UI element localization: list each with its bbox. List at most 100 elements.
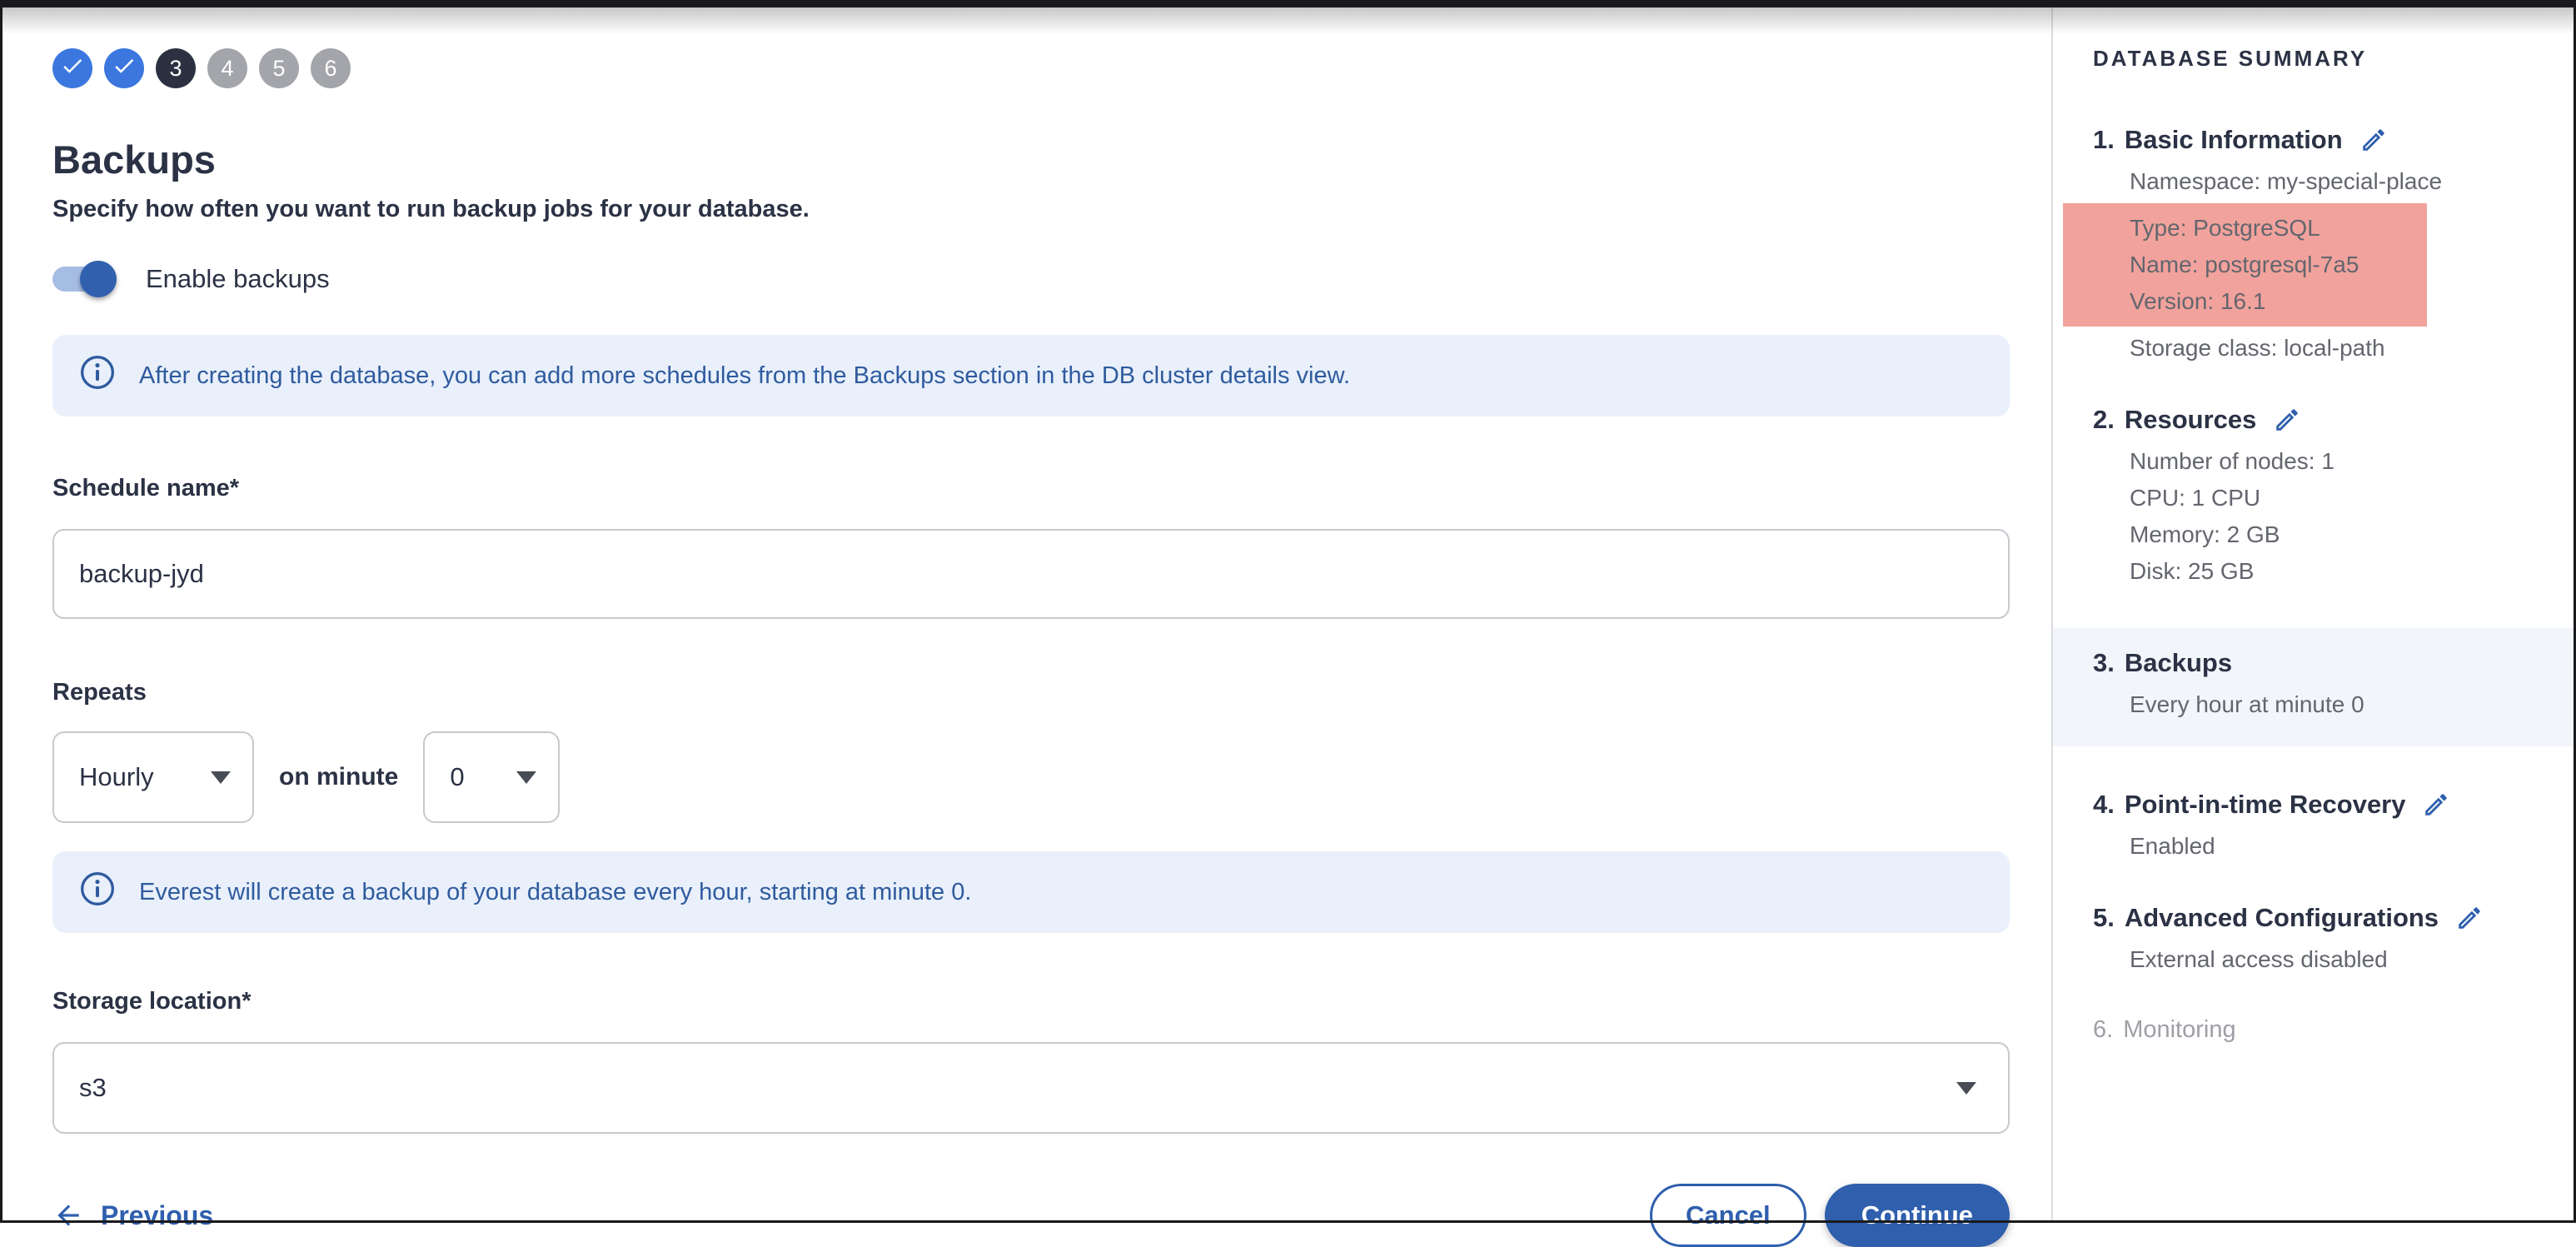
detail-line: External access disabled <box>2130 941 2574 978</box>
detail-line: Version: 16.1 <box>2130 283 2427 320</box>
wizard-main-panel: 3 4 5 6 Backups Specify how often you wa… <box>52 0 2010 1247</box>
caret-down-icon <box>211 771 231 784</box>
schedules-info-alert: After creating the database, you can add… <box>52 335 2010 416</box>
section-title: Advanced Configurations <box>2125 903 2439 933</box>
storage-location-value: s3 <box>79 1073 107 1103</box>
summary-section-resources: 2. Resources Number of nodes: 1 CPU: 1 C… <box>2093 405 2574 590</box>
summary-section-monitoring: 6. Monitoring <box>2093 1016 2574 1044</box>
detail-line: Enabled <box>2130 828 2574 865</box>
step-2-completed[interactable] <box>104 48 144 88</box>
on-minute-label: on minute <box>279 763 398 791</box>
summary-section-pitr: 4. Point-in-time Recovery Enabled <box>2093 790 2574 865</box>
summary-section-advanced-configurations: 5. Advanced Configurations External acce… <box>2093 903 2574 978</box>
repeats-label: Repeats <box>52 679 2010 706</box>
detail-line: Type: PostgreSQL <box>2130 210 2427 247</box>
section-details: Every hour at minute 0 <box>2130 686 2574 723</box>
frequency-info-alert: Everest will create a backup of your dat… <box>52 851 2010 933</box>
schedule-name-input[interactable] <box>52 529 2010 619</box>
pencil-icon <box>2455 904 2484 932</box>
check-icon <box>112 53 137 84</box>
step-3-active: 3 <box>156 48 196 88</box>
previous-button[interactable]: Previous <box>52 1200 213 1231</box>
schedule-name-label: Schedule name* <box>52 475 2010 502</box>
detail-line: CPU: 1 CPU <box>2130 480 2574 516</box>
detail-line: Disk: 25 GB <box>2130 553 2574 590</box>
section-details: Namespace: my-special-place Type: Postgr… <box>2130 163 2574 367</box>
section-number: 5. <box>2093 903 2115 933</box>
arrow-left-icon <box>52 1200 84 1231</box>
step-number: 6 <box>324 56 336 82</box>
page-subtitle: Specify how often you want to run backup… <box>52 196 2010 223</box>
section-title: Monitoring <box>2123 1016 2235 1044</box>
step-6: 6 <box>311 48 351 88</box>
enable-backups-toggle[interactable] <box>52 260 117 298</box>
alert-text: Everest will create a backup of your dat… <box>139 879 971 906</box>
enable-backups-row: Enable backups <box>52 260 2010 298</box>
section-number: 1. <box>2093 125 2115 155</box>
summary-section-backups-active: 3. Backups Every hour at minute 0 <box>2053 628 2574 746</box>
edit-resources-button[interactable] <box>2273 406 2301 434</box>
minute-value: 0 <box>450 762 464 792</box>
pencil-icon <box>2422 791 2450 819</box>
step-1-completed[interactable] <box>52 48 92 88</box>
repeats-select[interactable]: Hourly <box>52 731 254 823</box>
footer-actions: Cancel Continue <box>1650 1184 2010 1247</box>
minute-select[interactable]: 0 <box>423 731 560 823</box>
section-details: Enabled <box>2130 828 2574 865</box>
previous-label: Previous <box>101 1200 213 1231</box>
section-title: Resources <box>2125 405 2257 435</box>
section-details: Number of nodes: 1 CPU: 1 CPU Memory: 2 … <box>2130 443 2574 590</box>
detail-line: Number of nodes: 1 <box>2130 443 2574 480</box>
edit-basic-information-button[interactable] <box>2359 126 2388 154</box>
wizard-footer: Previous Cancel Continue <box>52 1184 2010 1247</box>
section-heading: 5. Advanced Configurations <box>2093 903 2574 933</box>
continue-button[interactable]: Continue <box>1825 1184 2010 1247</box>
alert-text: After creating the database, you can add… <box>139 362 1350 390</box>
section-title: Basic Information <box>2125 125 2343 155</box>
section-heading: 2. Resources <box>2093 405 2574 435</box>
sidebar-title: DATABASE SUMMARY <box>2093 46 2574 72</box>
info-icon <box>79 354 116 397</box>
storage-location-label: Storage location* <box>52 988 2010 1015</box>
page-title: Backups <box>52 137 2010 182</box>
step-4: 4 <box>207 48 247 88</box>
detail-line: Name: postgresql-7a5 <box>2130 247 2427 283</box>
edit-pitr-button[interactable] <box>2422 791 2450 819</box>
detail-line: Namespace: my-special-place <box>2130 163 2574 200</box>
step-number: 5 <box>272 56 285 82</box>
database-summary-sidebar: DATABASE SUMMARY 1. Basic Information Na… <box>2051 7 2574 1220</box>
caret-down-icon <box>516 771 536 784</box>
section-heading: 3. Backups <box>2093 648 2574 678</box>
step-5: 5 <box>259 48 299 88</box>
repeats-row: Hourly on minute 0 <box>52 731 2010 823</box>
info-icon <box>79 870 116 914</box>
section-heading: 4. Point-in-time Recovery <box>2093 790 2574 820</box>
step-number: 3 <box>169 56 182 82</box>
section-heading: 6. Monitoring <box>2093 1016 2574 1044</box>
enable-backups-label: Enable backups <box>146 264 330 294</box>
edit-advanced-configurations-button[interactable] <box>2455 904 2484 932</box>
section-number: 2. <box>2093 405 2115 435</box>
section-number: 4. <box>2093 790 2115 820</box>
summary-sections: 1. Basic Information Namespace: my-speci… <box>2093 125 2574 1044</box>
pencil-icon <box>2273 406 2301 434</box>
section-number: 6. <box>2093 1016 2113 1044</box>
cancel-button[interactable]: Cancel <box>1650 1184 1806 1247</box>
section-number: 3. <box>2093 648 2115 678</box>
section-title: Point-in-time Recovery <box>2125 790 2406 820</box>
detail-line: Every hour at minute 0 <box>2130 686 2574 723</box>
highlighted-details-block: Type: PostgreSQL Name: postgresql-7a5 Ve… <box>2063 203 2427 327</box>
wizard-stepper: 3 4 5 6 <box>52 48 2010 88</box>
toggle-thumb <box>80 261 117 297</box>
section-details: External access disabled <box>2130 941 2574 978</box>
section-title: Backups <box>2125 648 2232 678</box>
storage-location-select[interactable]: s3 <box>52 1042 2010 1134</box>
summary-section-basic-information: 1. Basic Information Namespace: my-speci… <box>2093 125 2574 367</box>
detail-line: Memory: 2 GB <box>2130 516 2574 553</box>
caret-down-icon <box>1956 1082 1976 1095</box>
detail-line: Storage class: local-path <box>2130 330 2574 367</box>
repeats-value: Hourly <box>79 762 154 792</box>
section-heading: 1. Basic Information <box>2093 125 2574 155</box>
step-number: 4 <box>221 56 233 82</box>
pencil-icon <box>2359 126 2388 154</box>
